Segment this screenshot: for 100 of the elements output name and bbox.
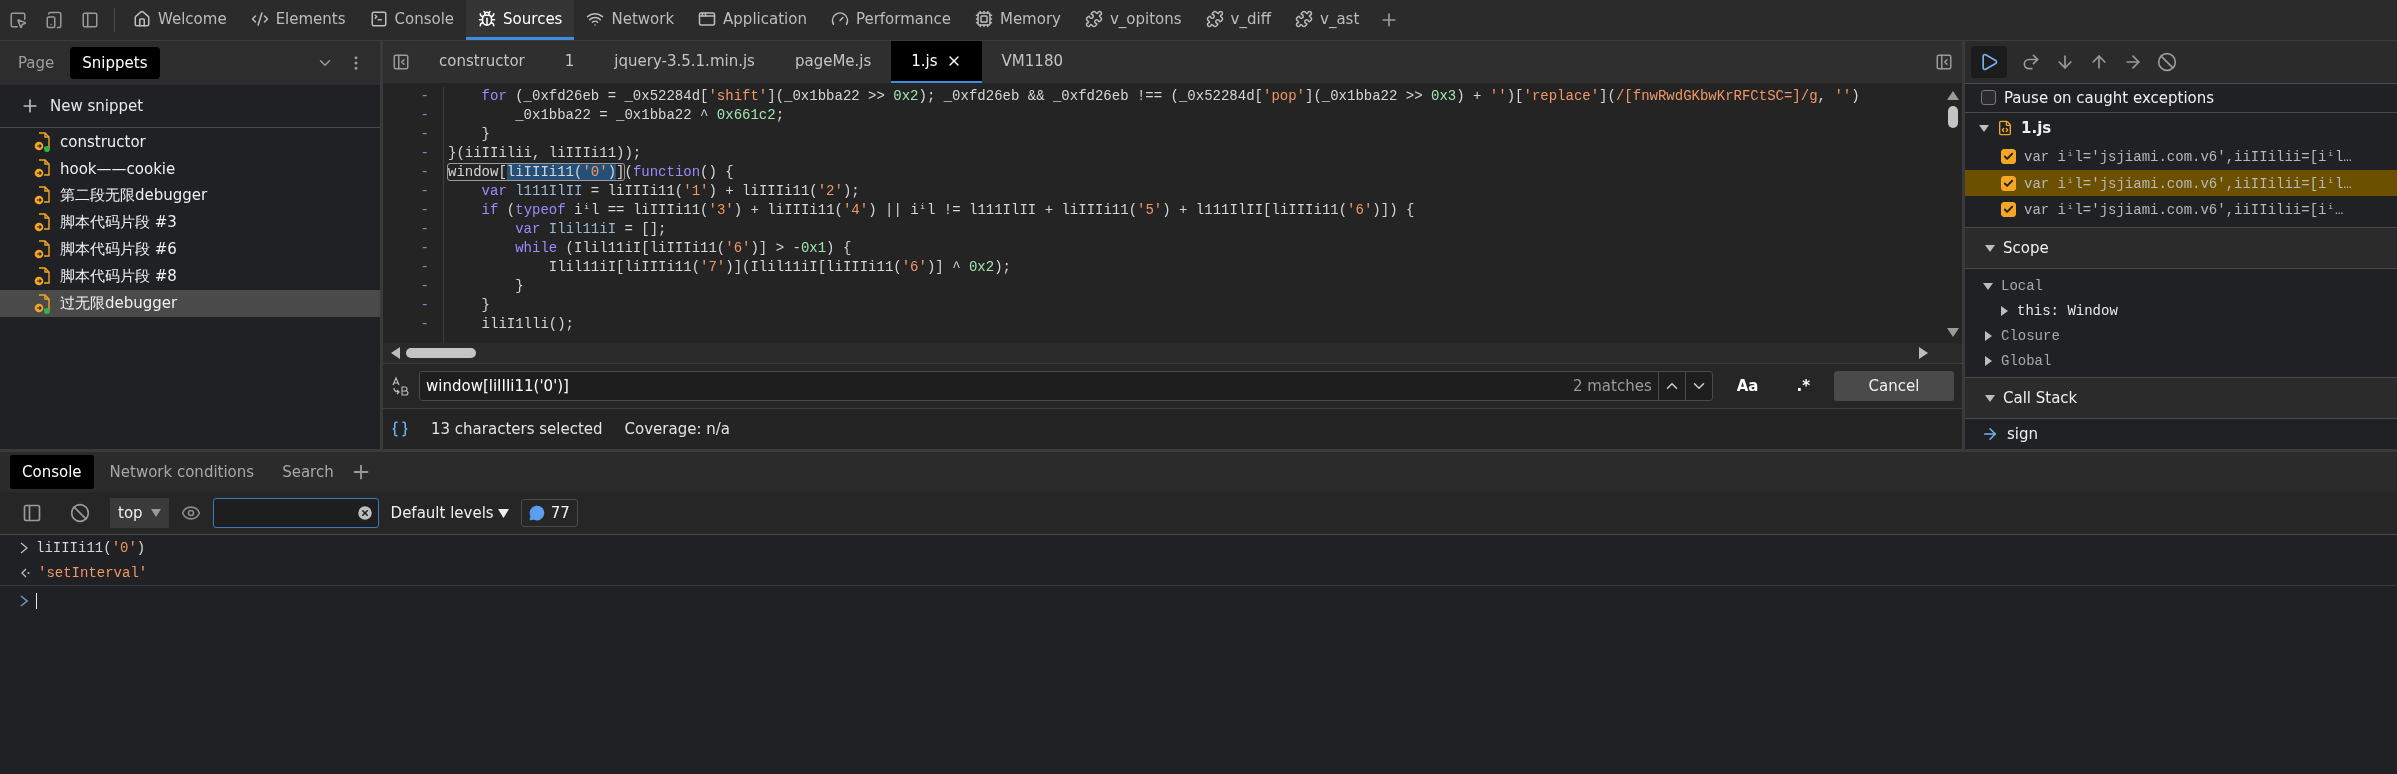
scope-item[interactable]: Global xyxy=(2001,352,2052,369)
panel-tab[interactable]: Memory xyxy=(962,0,1073,40)
file-tab[interactable]: VM1180 xyxy=(981,41,1083,83)
pretty-print-icon[interactable] xyxy=(391,420,409,438)
code-text: '' xyxy=(1489,88,1507,104)
code-text: '6' xyxy=(1347,202,1373,218)
code-text: , xyxy=(1817,88,1827,104)
breakpoint-item[interactable]: var iⁱl='jsjiami.com.v6',iiIIilii=[iⁱl… xyxy=(1965,169,2397,197)
panel-tab[interactable]: Welcome xyxy=(121,0,239,40)
navigator-tab[interactable]: Snippets xyxy=(70,47,160,79)
checkbox-label: Pause on caught exceptions xyxy=(2004,88,2215,107)
panel-tab[interactable]: v_ast xyxy=(1283,0,1372,40)
panel-tab[interactable]: Console xyxy=(357,0,467,40)
drawer-tab[interactable]: Console xyxy=(10,455,94,489)
file-tab[interactable]: pageMe.js xyxy=(774,41,892,83)
eye-icon[interactable] xyxy=(180,503,201,523)
scrollbar-thumb[interactable] xyxy=(1948,106,1958,128)
snippet-item[interactable]: 脚本代码片段 #6 xyxy=(0,236,380,263)
snippet-item[interactable]: 脚本代码片段 #3 xyxy=(0,209,380,236)
panel-tab[interactable]: Application xyxy=(686,0,819,40)
checkbox[interactable] xyxy=(2001,175,2016,191)
panel-tab[interactable]: Sources xyxy=(466,0,575,40)
code-text: ) || iⁱl != l111IlII + liIIIi11( xyxy=(868,202,1138,218)
resume-button[interactable] xyxy=(1971,45,2007,78)
snippet-item[interactable]: constructor xyxy=(0,128,380,155)
line-marker: - xyxy=(419,296,430,315)
drawer-tab[interactable]: Search xyxy=(270,455,346,489)
regex-toggle[interactable]: .* xyxy=(1782,377,1824,395)
new-snippet-button[interactable]: New snippet xyxy=(0,85,380,128)
line-marker: - xyxy=(419,201,430,220)
breakpoint-item[interactable]: var iⁱl='jsjiami.com.v6',iiIIilii=[iⁱ… xyxy=(1965,196,2397,224)
file-tab[interactable]: jquery-3.5.1.min.js xyxy=(594,41,775,83)
collapsed-triangle-icon[interactable] xyxy=(1999,305,2009,316)
scope-item[interactable]: Local xyxy=(2001,277,2043,294)
levels-dropdown[interactable]: Default levels xyxy=(390,504,509,522)
checkbox[interactable] xyxy=(2001,148,2016,164)
panel-tab[interactable]: v_diff xyxy=(1193,0,1283,40)
search-field[interactable]: window[liIIIi11('0')] 2 matches xyxy=(419,371,1713,401)
code-text: iⁱl == liIIIi11( xyxy=(573,202,709,218)
checkbox[interactable] xyxy=(1981,90,1996,106)
panel-tab[interactable]: Elements xyxy=(238,0,358,40)
code-text: () { xyxy=(700,164,734,180)
puzzle-icon xyxy=(1084,9,1103,28)
deactivate-breakpoints-icon[interactable] xyxy=(2157,51,2177,72)
section-title[interactable]: Scope xyxy=(2003,239,2049,258)
scroll-up-icon[interactable] xyxy=(1947,91,1959,100)
code-text: )]) { xyxy=(1372,202,1415,218)
collapsed-triangle-icon[interactable] xyxy=(1983,330,1993,341)
line-marker: - xyxy=(419,163,430,182)
selected-code: liIIIi11( xyxy=(506,164,583,180)
panel-tab[interactable]: v_opitons xyxy=(1072,0,1194,40)
section-title[interactable]: Call Stack xyxy=(2003,389,2078,408)
step-over-icon[interactable] xyxy=(2021,51,2041,72)
breakpoint-file[interactable]: 1.js xyxy=(2021,118,2052,137)
match-case-toggle[interactable]: Aa xyxy=(1722,377,1773,395)
chip-icon xyxy=(974,9,993,28)
code-text: 0x661c2 xyxy=(716,107,776,123)
drawer-tab[interactable]: Network conditions xyxy=(97,455,267,489)
file-tab[interactable]: 1 xyxy=(544,41,595,83)
panel-tab[interactable]: Network xyxy=(574,0,687,40)
context-select[interactable]: top xyxy=(110,498,169,528)
expanded-triangle-icon[interactable] xyxy=(1985,243,1995,254)
replace-toggle-icon[interactable] xyxy=(391,376,409,396)
file-tab[interactable]: constructor xyxy=(419,41,545,83)
expanded-triangle-icon[interactable] xyxy=(1985,393,1995,404)
scrollbar-thumb[interactable] xyxy=(406,348,476,358)
scroll-left-icon[interactable] xyxy=(391,347,400,359)
dropdown-triangle-icon xyxy=(497,508,509,518)
scope-property[interactable]: this: Window xyxy=(2017,302,2118,319)
call-frame[interactable]: sign xyxy=(2007,425,2038,444)
code-text: window[ xyxy=(448,164,507,180)
code-text: 0x3 xyxy=(1431,88,1457,104)
snippet-item[interactable]: 第二段无限debugger xyxy=(0,182,380,209)
code-text: Ilil11iI xyxy=(548,221,617,237)
file-tab[interactable]: 1.js xyxy=(891,41,982,83)
snippet-item[interactable]: 脚本代码片段 #8 xyxy=(0,263,380,290)
code-icon xyxy=(250,9,269,28)
snippet-item[interactable]: hook——cookie xyxy=(0,155,380,182)
snippet-item[interactable]: 过无限debugger xyxy=(0,290,380,317)
scroll-down-icon[interactable] xyxy=(1947,328,1959,337)
breakpoint-item[interactable]: var iⁱl='jsjiami.com.v6',iiIIilii=[iⁱl… xyxy=(1965,142,2397,170)
code-text: ) { xyxy=(826,240,852,256)
code-text: '5' xyxy=(1137,202,1163,218)
panel-tab[interactable]: Performance xyxy=(818,0,963,40)
clear-icon[interactable] xyxy=(355,504,374,522)
cancel-button[interactable]: Cancel xyxy=(1834,371,1954,401)
code-text: ](_0x1bba22 >> xyxy=(1305,88,1424,104)
message-count-badge[interactable]: 77 xyxy=(520,499,578,527)
code-text: '3' xyxy=(708,202,734,218)
navigator-tab[interactable]: Page xyxy=(6,47,67,79)
collapsed-triangle-icon[interactable] xyxy=(1983,355,1993,366)
scroll-right-icon[interactable] xyxy=(1919,347,1928,359)
code-text: ]( xyxy=(1599,88,1616,104)
expanded-triangle-icon[interactable] xyxy=(1983,280,1993,291)
checkbox[interactable] xyxy=(2001,202,2016,218)
scope-item[interactable]: Closure xyxy=(2001,327,2060,344)
code-text: '6' xyxy=(901,259,927,275)
expanded-triangle-icon[interactable] xyxy=(1979,122,1989,133)
filter-field[interactable] xyxy=(212,498,379,528)
code-text: )](Ilil11iI[liIIIi11( xyxy=(725,259,902,275)
